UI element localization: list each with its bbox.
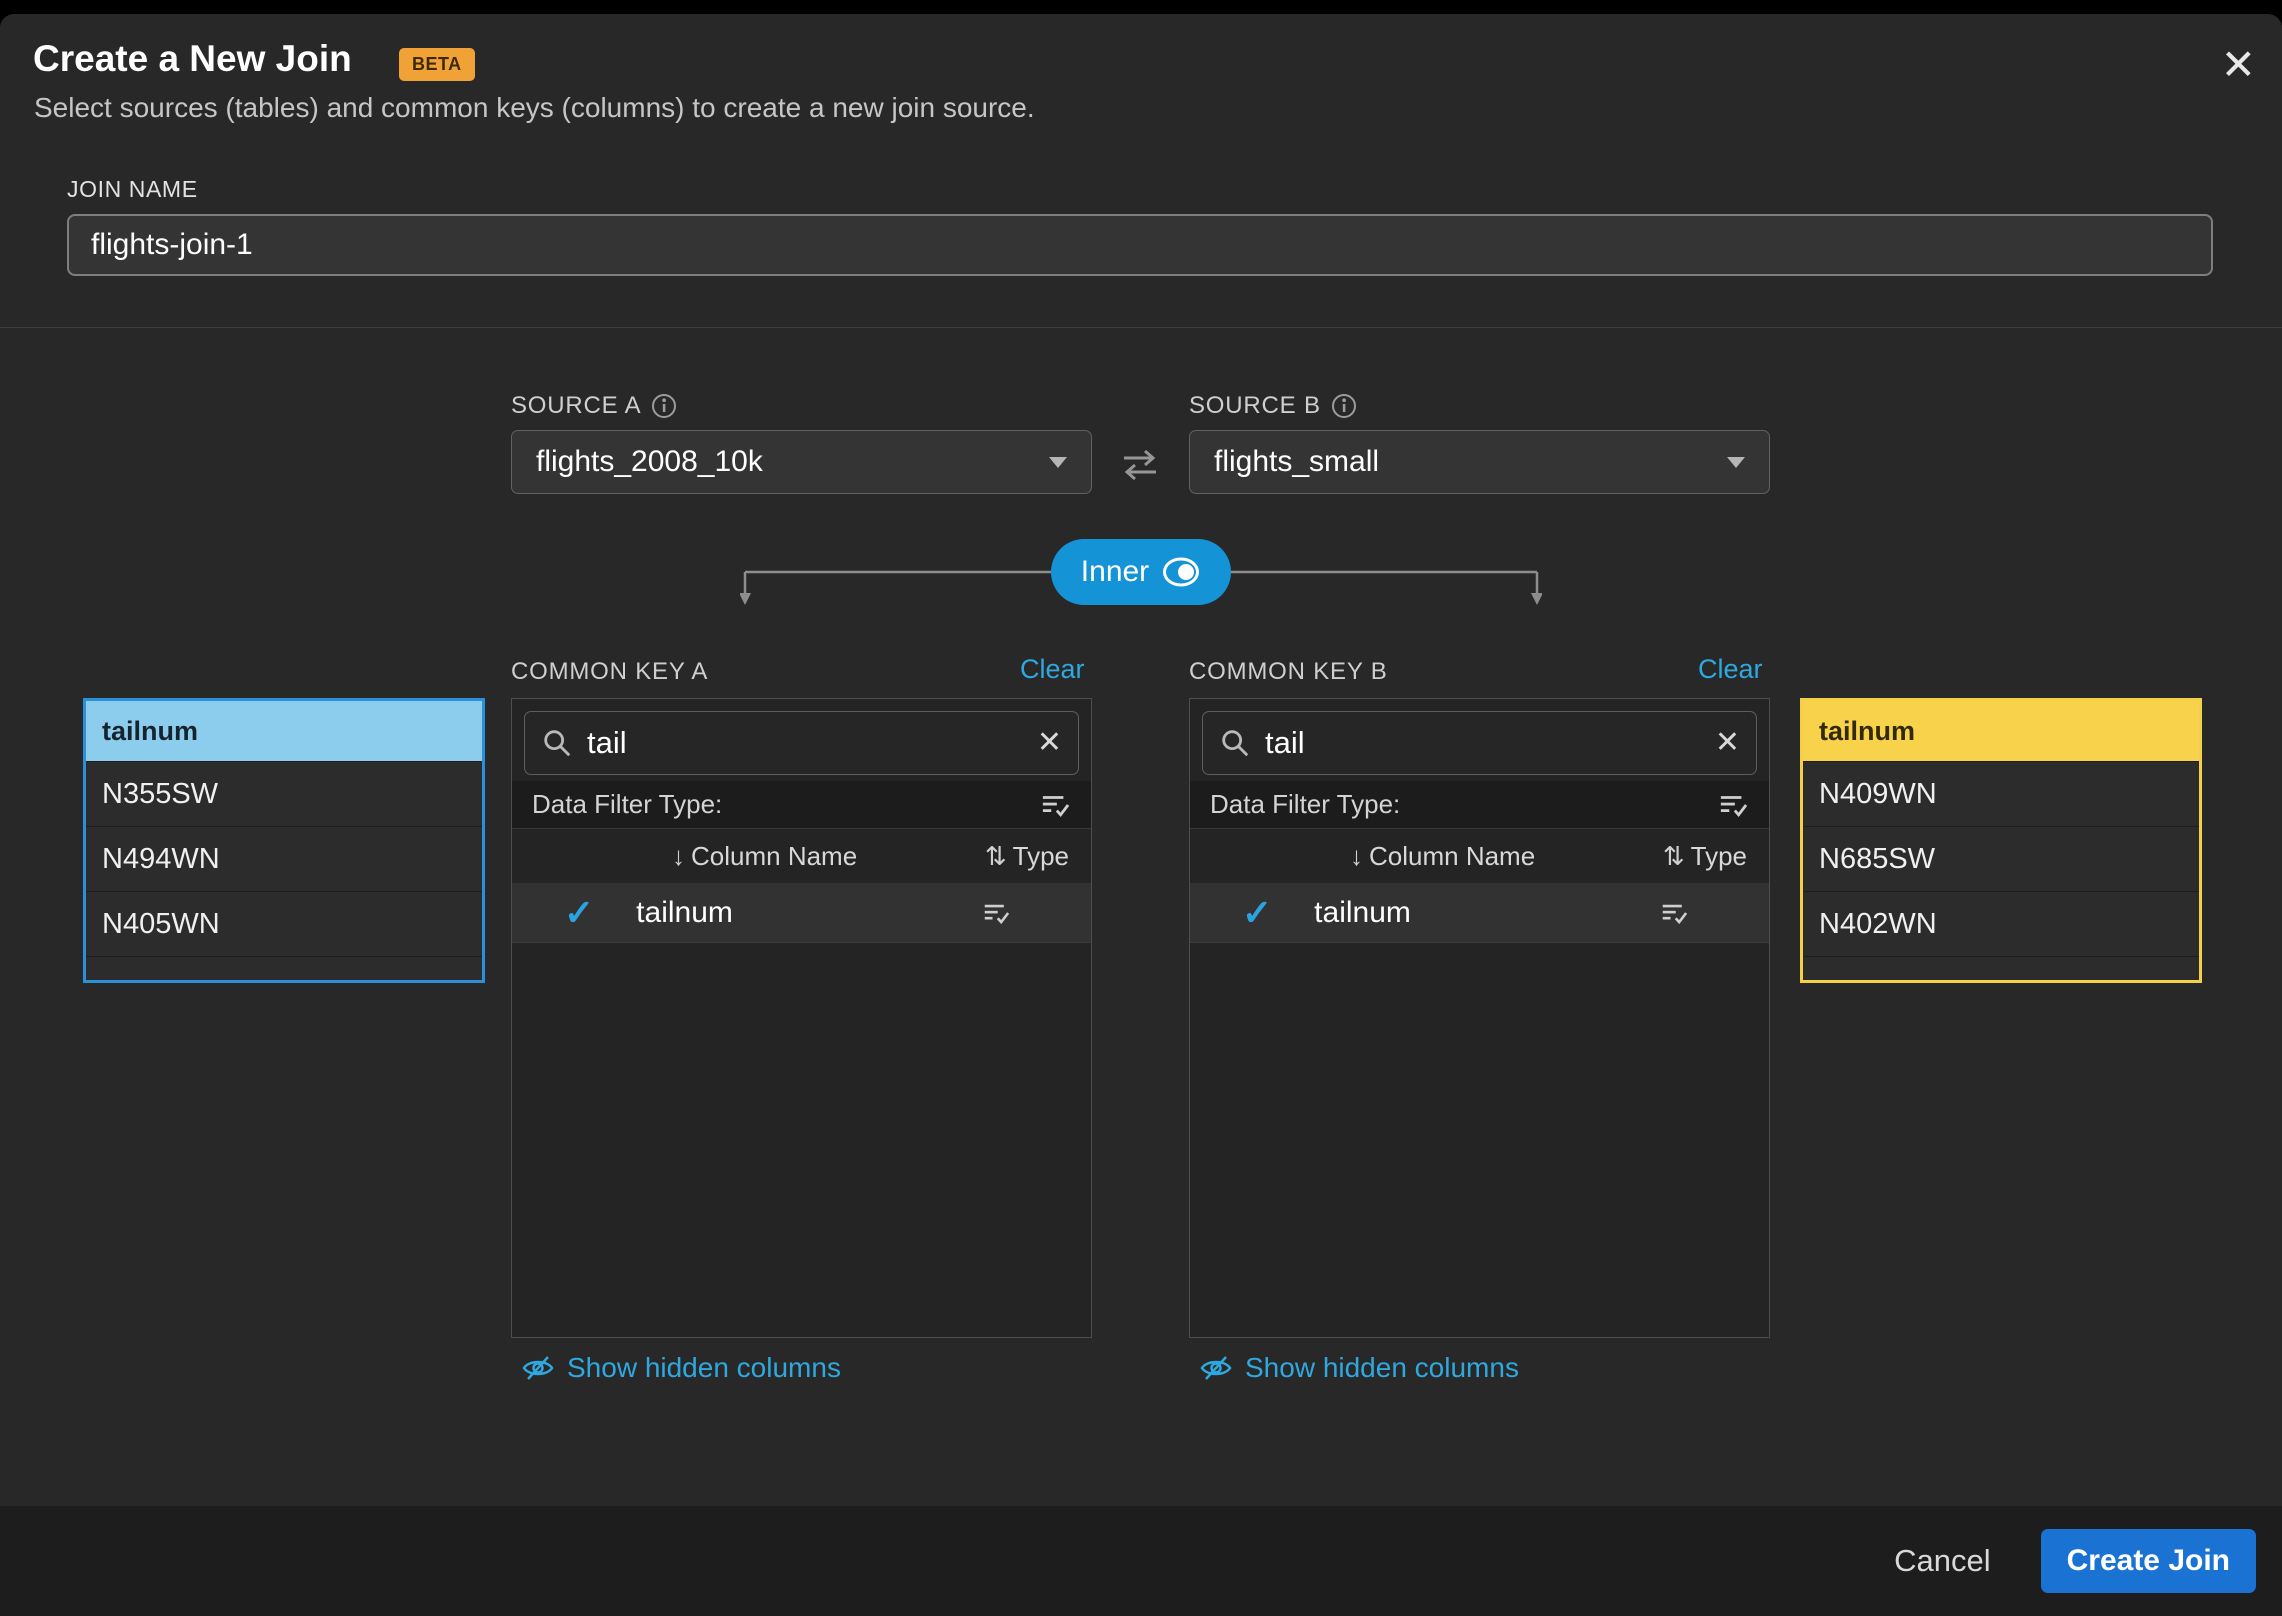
preview-table-a: tailnum N355SW N494WN N405WN [83,698,485,983]
sort-desc-icon: ↓ [672,841,685,871]
column-name-header-label: Column Name [1369,841,1535,871]
type-sort-header[interactable]: ⇅Type [1663,841,1747,872]
key-row-name: tailnum [636,896,733,930]
table-row-partial [86,956,482,980]
table-row: N685SW [1803,826,2199,891]
check-icon: ✓ [564,892,594,934]
preview-b-header: tailnum [1803,701,2199,761]
table-row-partial [1803,956,2199,980]
cancel-button[interactable]: Cancel [1894,1543,1991,1579]
data-filter-label: Data Filter Type: [1210,789,1400,820]
source-b-value: flights_small [1214,445,1379,479]
join-type-toggle-icon [1161,556,1201,588]
type-sort-header[interactable]: ⇅Type [985,841,1069,872]
check-icon: ✓ [1242,892,1272,934]
filter-list-icon[interactable] [1659,900,1689,926]
key-a-search-input[interactable] [587,725,1023,761]
key-a-columns-header: ↓Column Name ⇅Type [512,829,1091,883]
table-row: N405WN [86,891,482,956]
common-key-b-panel: ✕ Data Filter Type: ↓Column Name ⇅Type ✓… [1189,698,1770,1338]
eye-off-icon [1199,1353,1233,1383]
filter-list-icon[interactable] [1717,791,1749,819]
key-a-row-tailnum[interactable]: ✓ tailnum [512,883,1091,943]
join-name-label: JOIN NAME [67,176,198,203]
info-icon[interactable] [651,393,677,419]
table-row: N409WN [1803,761,2199,826]
info-icon[interactable] [1331,393,1357,419]
show-hidden-label: Show hidden columns [1245,1352,1519,1384]
table-row: N402WN [1803,891,2199,956]
table-row: N355SW [86,761,482,826]
eye-off-icon [521,1353,555,1383]
type-header-label: Type [1691,841,1747,871]
source-a-label-text: SOURCE A [511,392,641,420]
source-a-label: SOURCE A [511,392,677,420]
column-name-sort-header[interactable]: ↓Column Name [672,841,857,872]
common-key-b-label: COMMON KEY B [1189,658,1388,686]
clear-key-a-link[interactable]: Clear [1020,654,1085,685]
join-type-toggle[interactable]: Inner [1051,539,1231,605]
dialog-title: Create a New Join [33,38,352,80]
key-b-row-tailnum[interactable]: ✓ tailnum [1190,883,1769,943]
divider [0,327,2282,328]
key-b-search-input[interactable] [1265,725,1701,761]
source-b-label-text: SOURCE B [1189,392,1321,420]
show-hidden-columns-a[interactable]: Show hidden columns [521,1352,841,1384]
column-name-sort-header[interactable]: ↓Column Name [1350,841,1535,872]
source-a-value: flights_2008_10k [536,445,763,479]
create-join-button[interactable]: Create Join [2041,1529,2256,1593]
search-clear-icon[interactable]: ✕ [1037,728,1062,758]
search-clear-icon[interactable]: ✕ [1715,728,1740,758]
key-a-search: ✕ [524,711,1079,775]
show-hidden-label: Show hidden columns [567,1352,841,1384]
create-join-screen: Create a New Join BETA Select sources (t… [0,0,2282,1616]
table-row: N494WN [86,826,482,891]
close-icon[interactable]: ✕ [2221,44,2256,86]
preview-a-header: tailnum [86,701,482,761]
key-a-data-filter-row: Data Filter Type: [512,781,1091,829]
source-a-dropdown[interactable]: flights_2008_10k [511,430,1092,494]
data-filter-label: Data Filter Type: [532,789,722,820]
join-name-input[interactable] [67,214,2213,276]
dialog-footer: Cancel Create Join [0,1506,2282,1616]
key-b-columns-header: ↓Column Name ⇅Type [1190,829,1769,883]
sort-desc-icon: ↓ [1350,841,1363,871]
type-header-label: Type [1013,841,1069,871]
filter-list-icon[interactable] [1039,791,1071,819]
sort-both-icon: ⇅ [985,841,1007,871]
search-icon [1219,727,1251,759]
swap-sources-icon[interactable] [1118,446,1162,489]
beta-badge: BETA [399,48,475,81]
common-key-a-panel: ✕ Data Filter Type: ↓Column Name ⇅Type ✓… [511,698,1092,1338]
source-b-dropdown[interactable]: flights_small [1189,430,1770,494]
show-hidden-columns-b[interactable]: Show hidden columns [1199,1352,1519,1384]
sort-both-icon: ⇅ [1663,841,1685,871]
chevron-down-icon [1727,457,1745,468]
clear-key-b-link[interactable]: Clear [1698,654,1763,685]
search-icon [541,727,573,759]
dialog-subtitle: Select sources (tables) and common keys … [34,92,1035,124]
column-name-header-label: Column Name [691,841,857,871]
key-b-data-filter-row: Data Filter Type: [1190,781,1769,829]
key-b-search: ✕ [1202,711,1757,775]
key-row-name: tailnum [1314,896,1411,930]
source-b-label: SOURCE B [1189,392,1357,420]
preview-table-b: tailnum N409WN N685SW N402WN [1800,698,2202,983]
filter-list-icon[interactable] [981,900,1011,926]
common-key-a-label: COMMON KEY A [511,658,708,686]
chevron-down-icon [1049,457,1067,468]
join-type-label: Inner [1081,555,1149,589]
